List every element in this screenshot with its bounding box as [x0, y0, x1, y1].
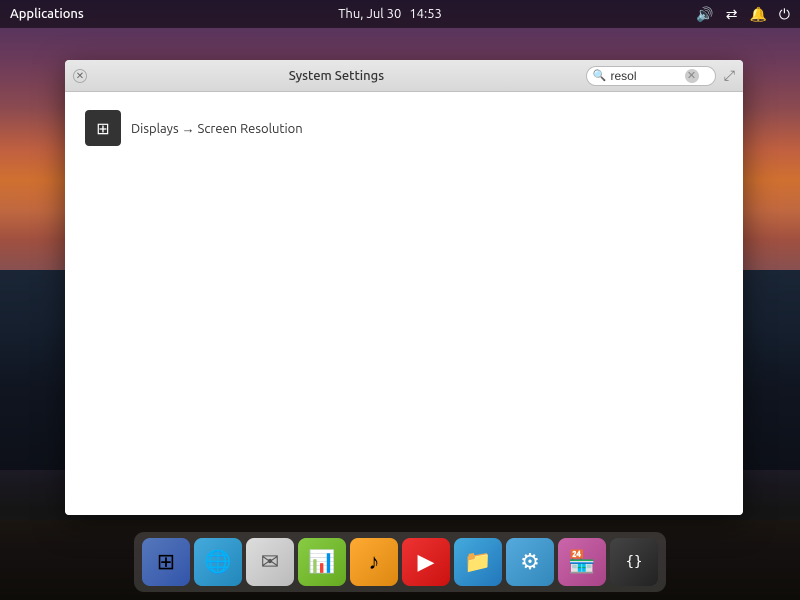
- search-result-displays[interactable]: ⊞ Displays → Screen Resolution: [77, 104, 731, 152]
- time-display: 14:53: [409, 7, 442, 21]
- dock-item-store[interactable]: 🏪: [558, 538, 606, 586]
- search-input[interactable]: [611, 69, 681, 83]
- window-title: System Settings: [87, 69, 586, 83]
- volume-icon[interactable]: 🔊: [696, 6, 713, 23]
- maximize-button[interactable]: ⤢: [724, 67, 735, 84]
- dock-item-mail[interactable]: ✉: [246, 538, 294, 586]
- search-result-label: Displays → Screen Resolution: [131, 121, 303, 136]
- panel-left: Applications: [10, 7, 84, 21]
- dock-item-workspace[interactable]: ⊞: [142, 538, 190, 586]
- taskbar-dock: ⊞ 🌐 ✉ 📊 ♪ ▶ 📁 ⚙ 🏪 {}: [134, 532, 666, 592]
- dock-item-browser[interactable]: 🌐: [194, 538, 242, 586]
- dock-item-calc[interactable]: 📊: [298, 538, 346, 586]
- notification-icon[interactable]: 🔔: [749, 6, 766, 23]
- network-icon[interactable]: ⇄: [726, 6, 738, 23]
- close-button[interactable]: ✕: [73, 69, 87, 83]
- date-display: Thu, Jul 30: [338, 7, 401, 21]
- system-settings-window: ✕ System Settings 🔍 ✕ ⤢ ⊞ Displays → Scr…: [65, 60, 743, 515]
- clear-search-button[interactable]: ✕: [685, 69, 699, 83]
- dock-item-settings[interactable]: ⚙: [506, 538, 554, 586]
- top-panel: Applications Thu, Jul 30 14:53 🔊 ⇄ 🔔 ⏻: [0, 0, 800, 28]
- power-icon[interactable]: ⏻: [779, 6, 790, 23]
- dock-item-music[interactable]: ♪: [350, 538, 398, 586]
- window-titlebar: ✕ System Settings 🔍 ✕ ⤢: [65, 60, 743, 92]
- monitor-icon: ⊞: [96, 119, 109, 138]
- search-bar: 🔍 ✕: [586, 66, 716, 86]
- dock-item-dev[interactable]: {}: [610, 538, 658, 586]
- applications-menu[interactable]: Applications: [10, 7, 84, 21]
- panel-right: 🔊 ⇄ 🔔 ⏻: [696, 6, 790, 23]
- panel-center: Thu, Jul 30 14:53: [338, 7, 442, 21]
- displays-app-icon: ⊞: [85, 110, 121, 146]
- window-content: ⊞ Displays → Screen Resolution: [65, 92, 743, 515]
- dock-item-video[interactable]: ▶: [402, 538, 450, 586]
- dock-item-files[interactable]: 📁: [454, 538, 502, 586]
- search-icon: 🔍: [593, 69, 607, 82]
